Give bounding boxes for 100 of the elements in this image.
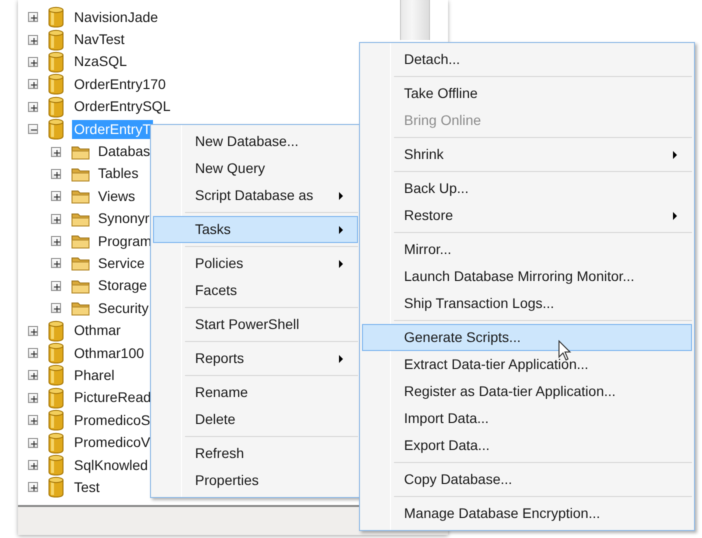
menu-item[interactable]: Script Database as xyxy=(153,182,358,209)
expand-toggle[interactable] xyxy=(28,12,38,22)
expand-toggle[interactable] xyxy=(51,236,61,246)
collapse-toggle[interactable] xyxy=(28,124,38,134)
folder-icon xyxy=(71,144,90,160)
tree-item[interactable]: Views xyxy=(96,186,138,206)
menu-item[interactable]: Export Data... xyxy=(362,432,692,459)
database-icon xyxy=(48,364,64,386)
menu-item[interactable]: Properties xyxy=(153,467,358,494)
tree-item[interactable]: NavTest xyxy=(72,30,127,50)
tree-item[interactable]: Service xyxy=(96,254,147,273)
plus-icon xyxy=(29,349,39,360)
plus-icon xyxy=(52,259,62,270)
tree-item[interactable]: PromedicoS xyxy=(72,410,152,430)
tree-item[interactable]: PictureRead xyxy=(72,388,154,408)
tree-item[interactable]: Tables xyxy=(96,164,140,184)
database-icon xyxy=(48,409,64,432)
expand-toggle[interactable] xyxy=(51,191,61,202)
plus-icon xyxy=(52,170,62,180)
folder-icon xyxy=(71,255,90,272)
menu-item[interactable]: Generate Scripts... xyxy=(362,324,692,351)
expand-toggle[interactable] xyxy=(28,79,38,90)
database-icon xyxy=(48,342,64,364)
folder-icon xyxy=(71,233,90,250)
folder-icon xyxy=(71,278,90,294)
tree-item[interactable]: NavisionJade xyxy=(72,8,160,27)
tree-item[interactable]: Security xyxy=(96,298,151,318)
tree-item[interactable]: Test xyxy=(72,478,102,497)
menu-item[interactable]: Ship Transaction Logs... xyxy=(362,290,692,317)
menu-item[interactable]: New Database... xyxy=(153,128,358,155)
plus-icon xyxy=(29,36,39,46)
database-icon xyxy=(48,50,64,73)
database-icon xyxy=(48,73,64,96)
expand-toggle[interactable] xyxy=(28,370,38,380)
tree-item[interactable]: Pharel xyxy=(72,366,116,385)
database-icon xyxy=(48,432,64,454)
folder-icon xyxy=(71,210,90,227)
expand-toggle[interactable] xyxy=(28,348,38,358)
expand-toggle[interactable] xyxy=(28,415,38,426)
menu-item[interactable]: Launch Database Mirroring Monitor... xyxy=(362,263,692,290)
plus-icon xyxy=(29,326,39,337)
menu-item[interactable]: Detach... xyxy=(362,46,692,73)
expand-toggle[interactable] xyxy=(28,326,38,336)
database-icon xyxy=(48,454,64,476)
folder-icon xyxy=(71,188,90,204)
menu-item[interactable]: New Query xyxy=(153,155,358,182)
menu-item[interactable]: Manage Database Encryption... xyxy=(362,500,692,527)
menu-item[interactable]: Import Data... xyxy=(362,405,692,432)
menu-item[interactable]: Back Up... xyxy=(362,175,692,202)
menu-item[interactable]: Copy Database... xyxy=(362,466,692,493)
database-icon xyxy=(48,28,64,51)
menu-item[interactable]: Tasks xyxy=(153,216,358,243)
menu-item[interactable]: Facets xyxy=(153,277,358,304)
tree-item[interactable]: NzaSQL xyxy=(72,52,129,72)
menu-item[interactable]: Rename xyxy=(153,379,358,406)
tree-item[interactable]: OrderEntrySQL xyxy=(72,97,172,116)
menu-item[interactable]: Shrink xyxy=(362,141,692,168)
menu-item[interactable]: Register as Data-tier Application... xyxy=(362,378,692,405)
menu-item[interactable]: Refresh xyxy=(153,440,358,467)
menu-item[interactable]: Reports xyxy=(153,345,358,372)
expand-toggle[interactable] xyxy=(28,438,38,448)
expand-toggle[interactable] xyxy=(51,280,61,291)
menu-item[interactable]: Take Offline xyxy=(362,80,692,107)
tree-item[interactable]: PromedicoV xyxy=(72,433,152,452)
expand-toggle[interactable] xyxy=(28,482,38,492)
expand-toggle[interactable] xyxy=(51,168,61,179)
menu-item[interactable]: Policies xyxy=(153,250,358,277)
scrollbar[interactable] xyxy=(400,0,430,40)
menu-item[interactable]: Start PowerShell xyxy=(153,311,358,338)
expand-toggle[interactable] xyxy=(51,303,61,314)
expand-toggle[interactable] xyxy=(28,34,38,45)
plus-icon xyxy=(29,483,39,494)
database-icon xyxy=(48,6,64,28)
menu-item[interactable]: Extract Data-tier Application... xyxy=(362,351,692,378)
menu-item[interactable]: Delete xyxy=(153,406,358,433)
tree-item[interactable]: Synonyr xyxy=(96,209,152,228)
tree-item[interactable]: Othmar100 xyxy=(72,344,146,363)
plus-icon xyxy=(29,58,39,68)
expand-toggle[interactable] xyxy=(51,146,61,157)
expand-toggle[interactable] xyxy=(28,460,38,470)
tree-item[interactable]: Storage xyxy=(96,276,150,296)
expand-toggle[interactable] xyxy=(28,56,38,67)
plus-icon xyxy=(29,102,39,113)
expand-toggle[interactable] xyxy=(28,392,38,403)
menu-item[interactable]: Mirror... xyxy=(362,236,692,263)
tree-item[interactable]: Othmar xyxy=(72,321,123,340)
tree-item[interactable]: Databas xyxy=(96,142,152,162)
tree-item[interactable]: SqlKnowled xyxy=(72,456,150,474)
database-icon xyxy=(48,320,64,342)
expand-toggle[interactable] xyxy=(28,102,38,112)
expand-toggle[interactable] xyxy=(51,214,61,224)
tree-item[interactable]: Program xyxy=(96,232,154,251)
tree-item[interactable]: OrderEntry170 xyxy=(72,74,168,94)
menu-item[interactable]: Restore xyxy=(362,202,692,229)
database-icon xyxy=(48,386,64,409)
plus-icon xyxy=(29,80,39,90)
folder-icon xyxy=(71,166,90,182)
expand-toggle[interactable] xyxy=(51,258,61,268)
plus-icon xyxy=(52,282,62,292)
plus-icon xyxy=(29,438,39,449)
